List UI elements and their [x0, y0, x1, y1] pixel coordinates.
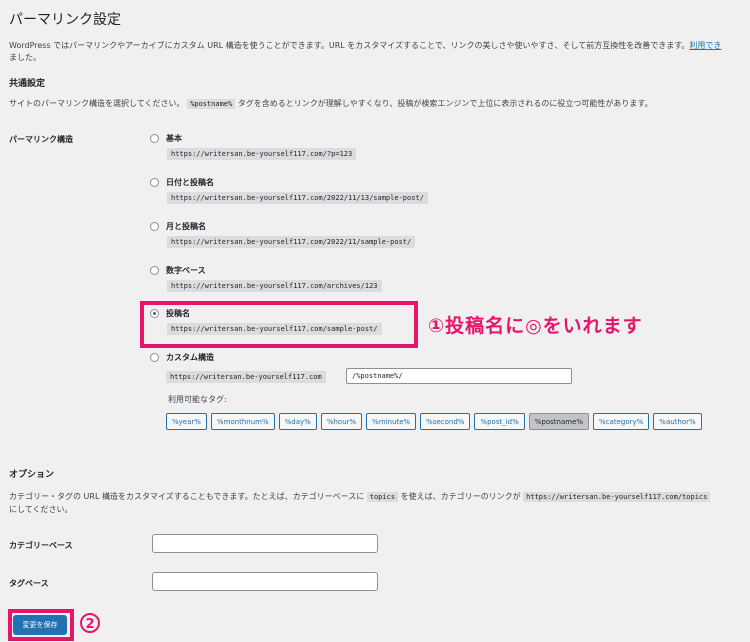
permalink-option-numeric[interactable]: 数字ベース https://writersan.be-yourself117.c…: [150, 264, 382, 292]
option-url-day-name: https://writersan.be-yourself117.com/202…: [167, 192, 428, 204]
common-settings-heading: 共通設定: [9, 79, 46, 89]
tag-button-active[interactable]: %postname%: [528, 413, 590, 430]
options-desc-text-mid: を使えば、カテゴリーのリンクが: [400, 492, 521, 501]
tag-button[interactable]: %second%: [420, 413, 471, 430]
option-label-day-name: 日付と投稿名: [166, 177, 214, 187]
annotation-number-2: 2: [80, 613, 100, 633]
permalink-structure-label: パーマリンク構造: [9, 135, 73, 144]
custom-structure-prefix: https://writersan.be-yourself117.com: [166, 371, 326, 383]
radio-day-name[interactable]: [150, 177, 159, 187]
option-url-month-name: https://writersan.be-yourself117.com/202…: [167, 236, 416, 248]
tag-button[interactable]: %year%: [166, 413, 207, 430]
tag-button[interactable]: %category%: [593, 413, 650, 430]
options-description: カテゴリー・タグの URL 構造をカスタマイズすることもできます。たとえば、カテ…: [9, 491, 711, 503]
category-base-input[interactable]: [152, 534, 378, 553]
common-settings-description: サイトのパーマリンク構造を選択してください。 %postname% タグを含める…: [9, 98, 653, 110]
tag-button[interactable]: %monthnum%: [210, 413, 275, 430]
topics-code: topics: [366, 492, 399, 502]
intro-text-line2: ました。: [9, 53, 41, 62]
intro-link[interactable]: 利用でき: [689, 41, 721, 50]
option-label-plain: 基本: [166, 133, 182, 143]
common-desc-text: サイトのパーマリンク構造を選択してください。: [9, 99, 185, 108]
intro-description: WordPress ではパーマリンクやアーカイブにカスタム URL 構造を使うこ…: [9, 40, 721, 52]
tag-base-input[interactable]: [152, 572, 378, 591]
tag-button[interactable]: %hour%: [320, 413, 363, 430]
category-base-label: カテゴリーベース: [9, 541, 73, 550]
tag-base-label: タグベース: [9, 579, 49, 588]
option-url-plain: https://writersan.be-yourself117.com/?p=…: [167, 148, 357, 160]
available-tags: %year% %monthnum% %day% %hour% %minute% …: [166, 413, 702, 430]
permalink-option-month-name[interactable]: 月と投稿名 https://writersan.be-yourself117.c…: [150, 220, 416, 248]
permalink-option-custom[interactable]: カスタム構造: [150, 351, 214, 363]
options-desc-text: カテゴリー・タグの URL 構造をカスタマイズすることもできます。たとえば、カテ…: [9, 492, 365, 501]
radio-month-name[interactable]: [150, 221, 159, 231]
highlight-box-save: [8, 609, 74, 641]
permalink-option-plain[interactable]: 基本 https://writersan.be-yourself117.com/…: [150, 132, 357, 160]
options-desc-line2: にしてください。: [9, 505, 73, 514]
common-desc-text-after: タグを含めるとリンクが理解しやすくなり、投稿が検索エンジンで上位に表示されるのに…: [237, 99, 653, 108]
tag-button[interactable]: %day%: [278, 413, 317, 430]
available-tags-label: 利用可能なタグ:: [168, 395, 227, 404]
permalink-option-day-name[interactable]: 日付と投稿名 https://writersan.be-yourself117.…: [150, 176, 428, 204]
annotation-note-1: ①投稿名に◎をいれます: [428, 315, 643, 337]
tag-button[interactable]: %minute%: [366, 413, 417, 430]
tag-button[interactable]: %author%: [653, 413, 702, 430]
topics-url-code: https://writersan.be-yourself117.com/top…: [523, 492, 711, 502]
option-label-numeric: 数字ベース: [166, 265, 206, 275]
intro-text: WordPress ではパーマリンクやアーカイブにカスタム URL 構造を使うこ…: [9, 41, 690, 50]
option-label-custom: カスタム構造: [166, 352, 214, 362]
radio-plain[interactable]: [150, 133, 159, 143]
postname-code: %postname%: [187, 99, 236, 109]
highlight-box-post-name: [140, 301, 418, 348]
radio-custom[interactable]: [150, 352, 159, 362]
tag-button[interactable]: %post_id%: [474, 413, 525, 430]
page-title: パーマリンク設定: [9, 12, 121, 28]
custom-structure-input[interactable]: /%postname%/: [346, 368, 572, 384]
option-label-month-name: 月と投稿名: [166, 221, 206, 231]
options-heading: オプション: [9, 470, 55, 480]
option-url-numeric: https://writersan.be-yourself117.com/arc…: [167, 280, 382, 292]
radio-numeric[interactable]: [150, 265, 159, 275]
